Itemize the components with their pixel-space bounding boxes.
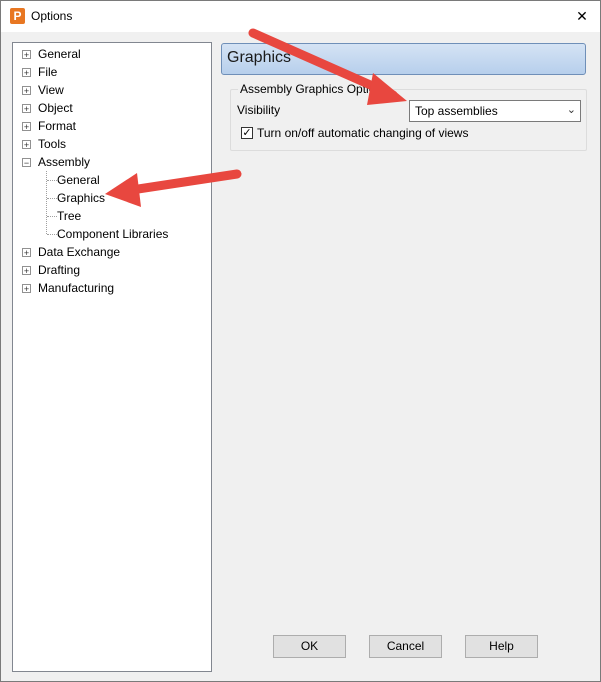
options-dialog: P Options ✕ + General + File + View + Ob…: [0, 0, 601, 682]
arrow-to-graphics-icon: [105, 169, 242, 207]
arrow-to-dropdown-icon: [248, 28, 407, 105]
annotation-arrows: [105, 28, 407, 207]
